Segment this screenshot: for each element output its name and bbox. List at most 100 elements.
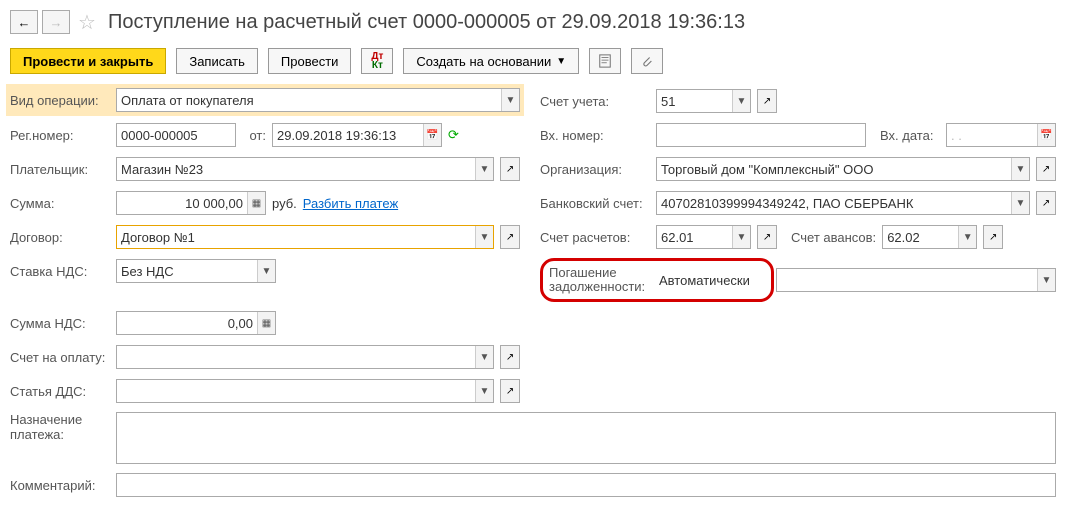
vat-rate-select[interactable]: Без НДС ▼	[116, 259, 276, 283]
org-label: Организация:	[540, 162, 650, 177]
chevron-down-icon: ▼	[1011, 192, 1029, 214]
calendar-icon: 📅	[423, 124, 441, 146]
highlight-marker: Погашение задолженности: Автоматически	[540, 258, 774, 302]
bank-account-select[interactable]: 40702810399994349242, ПАО СБЕРБАНК ▼	[656, 191, 1030, 215]
settlement-account-label: Счет расчетов:	[540, 230, 650, 245]
comment-label: Комментарий:	[10, 478, 110, 493]
chevron-down-icon: ▼	[475, 226, 493, 248]
in-date-label: Вх. дата:	[880, 128, 940, 143]
amount-row: Сумма: 10 000,00 ▦ руб. Разбить платеж	[10, 190, 520, 216]
operation-type-select[interactable]: Оплата от покупателя ▼	[116, 88, 520, 112]
save-button[interactable]: Записать	[176, 48, 258, 74]
contract-open-button[interactable]: ↗	[500, 225, 520, 249]
bank-account-row: Банковский счет: 40702810399994349242, П…	[540, 190, 1056, 216]
account-label: Счет учета:	[540, 94, 650, 109]
vat-amount-label: Сумма НДС:	[10, 316, 110, 331]
purpose-label: Назначение платежа:	[10, 412, 110, 442]
amount-input[interactable]: 10 000,00 ▦	[116, 191, 266, 215]
settlement-row: Счет расчетов: 62.01 ▼ ↗ Счет авансов: 6…	[540, 224, 1056, 250]
post-close-button[interactable]: Провести и закрыть	[10, 48, 166, 74]
document-icon	[598, 54, 612, 68]
report-button[interactable]	[589, 48, 621, 74]
settlement-account-select[interactable]: 62.01 ▼	[656, 225, 751, 249]
date-input[interactable]: 29.09.2018 19:36:13 📅	[272, 123, 442, 147]
bank-account-label: Банковский счет:	[540, 196, 650, 211]
calculator-icon: ▦	[257, 312, 275, 334]
regnumber-input[interactable]: 0000-000005	[116, 123, 236, 147]
calendar-icon: 📅	[1037, 124, 1055, 146]
calculator-icon: ▦	[247, 192, 265, 214]
invoice-open-button[interactable]: ↗	[500, 345, 520, 369]
advance-open-button[interactable]: ↗	[983, 225, 1003, 249]
advance-account-select[interactable]: 62.02 ▼	[882, 225, 977, 249]
advance-account-label: Счет авансов:	[791, 230, 876, 245]
regnumber-label: Рег.номер:	[10, 128, 110, 143]
in-number-input[interactable]	[656, 123, 866, 147]
dds-label: Статья ДДС:	[10, 384, 110, 399]
invoice-select[interactable]: ▼	[116, 345, 494, 369]
nav-forward-button[interactable]: →	[42, 10, 70, 34]
split-payment-link[interactable]: Разбить платеж	[303, 196, 398, 211]
org-open-button[interactable]: ↗	[1036, 157, 1056, 181]
account-row: Счет учета: 51 ▼ ↗	[540, 88, 1056, 114]
purpose-row: Назначение платежа:	[10, 412, 1056, 464]
dtkt-button[interactable]: ДтКт	[361, 48, 393, 74]
in-number-row: Вх. номер: Вх. дата: . . 📅	[540, 122, 1056, 148]
dds-row: Статья ДДС: ▼ ↗	[10, 378, 520, 404]
invoice-row: Счет на оплату: ▼ ↗	[10, 344, 520, 370]
in-date-input[interactable]: . . 📅	[946, 123, 1056, 147]
operation-type-label: Вид операции:	[10, 93, 110, 108]
post-button[interactable]: Провести	[268, 48, 352, 74]
comment-row: Комментарий:	[10, 472, 1056, 498]
chevron-down-icon: ▼	[1037, 269, 1055, 291]
vat-rate-row: Ставка НДС: Без НДС ▼	[10, 258, 520, 284]
chevron-down-icon: ▼	[475, 158, 493, 180]
payer-select[interactable]: Магазин №23 ▼	[116, 157, 494, 181]
vat-amount-input[interactable]: 0,00 ▦	[116, 311, 276, 335]
create-based-button[interactable]: Создать на основании ▼	[403, 48, 579, 74]
invoice-label: Счет на оплату:	[10, 350, 110, 365]
chevron-down-icon: ▼	[501, 89, 519, 111]
purpose-textarea[interactable]	[116, 412, 1056, 464]
chevron-down-icon: ▼	[732, 226, 750, 248]
chevron-down-icon: ▼	[732, 90, 750, 112]
debt-repay-select[interactable]: ▼	[776, 268, 1056, 292]
from-label: от:	[242, 128, 266, 143]
debt-repay-value: Автоматически	[655, 268, 765, 292]
dds-open-button[interactable]: ↗	[500, 379, 520, 403]
toolbar: Провести и закрыть Записать Провести ДтК…	[10, 48, 1055, 74]
debt-repay-row: Погашение задолженности: Автоматически ▼	[540, 258, 1056, 302]
account-select[interactable]: 51 ▼	[656, 89, 751, 113]
chevron-down-icon: ▼	[257, 260, 275, 282]
bank-account-open-button[interactable]: ↗	[1036, 191, 1056, 215]
chevron-down-icon: ▼	[475, 380, 493, 402]
amount-label: Сумма:	[10, 196, 110, 211]
in-number-label: Вх. номер:	[540, 128, 650, 143]
dds-select[interactable]: ▼	[116, 379, 494, 403]
account-open-button[interactable]: ↗	[757, 89, 777, 113]
contract-row: Договор: Договор №1 ▼ ↗	[10, 224, 520, 250]
regnumber-row: Рег.номер: 0000-000005 от: 29.09.2018 19…	[10, 122, 520, 148]
payer-row: Плательщик: Магазин №23 ▼ ↗	[10, 156, 520, 182]
comment-input[interactable]	[116, 473, 1056, 497]
chevron-down-icon: ▼	[556, 56, 566, 67]
vat-amount-row: Сумма НДС: 0,00 ▦	[10, 310, 520, 336]
payer-open-button[interactable]: ↗	[500, 157, 520, 181]
chevron-down-icon: ▼	[1011, 158, 1029, 180]
org-select[interactable]: Торговый дом "Комплексный" ООО ▼	[656, 157, 1030, 181]
contract-label: Договор:	[10, 230, 110, 245]
debt-repay-label: Погашение задолженности:	[549, 266, 649, 294]
chevron-down-icon: ▼	[958, 226, 976, 248]
contract-select[interactable]: Договор №1 ▼	[116, 225, 494, 249]
favorite-star-icon[interactable]: ☆	[76, 11, 98, 33]
paperclip-icon	[640, 54, 654, 68]
nav-back-button[interactable]: ←	[10, 10, 38, 34]
attach-button[interactable]	[631, 48, 663, 74]
payer-label: Плательщик:	[10, 162, 110, 177]
org-row: Организация: Торговый дом "Комплексный" …	[540, 156, 1056, 182]
vat-rate-label: Ставка НДС:	[10, 264, 110, 279]
page-title: Поступление на расчетный счет 0000-00000…	[108, 11, 745, 34]
dtkt-icon: ДтКт	[371, 52, 383, 70]
settlement-open-button[interactable]: ↗	[757, 225, 777, 249]
refresh-icon[interactable]: ⟳	[448, 127, 459, 143]
